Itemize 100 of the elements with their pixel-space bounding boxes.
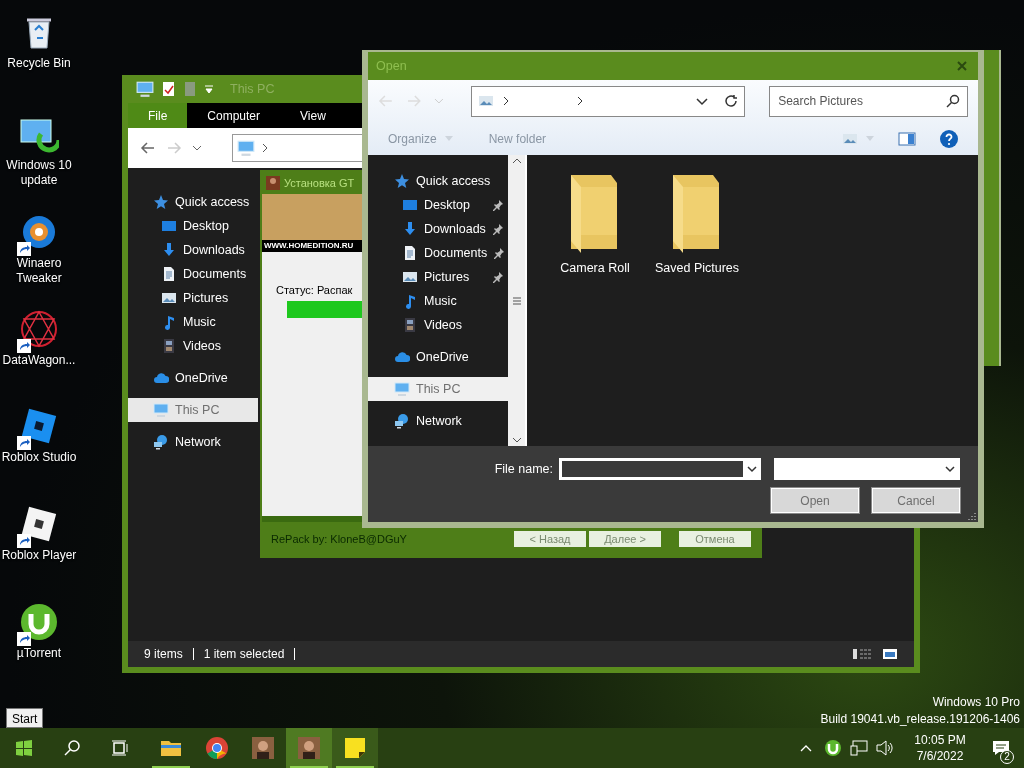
- taskbar-app-button[interactable]: [332, 728, 378, 768]
- network-icon: [153, 434, 169, 450]
- close-icon: [957, 61, 967, 71]
- forward-arrow-icon: [405, 93, 422, 109]
- picture-icon: [402, 269, 418, 285]
- nav-item[interactable]: Music: [368, 289, 508, 313]
- nav-item[interactable]: Desktop: [128, 214, 258, 238]
- details-view-icon: [852, 648, 872, 660]
- desktop-icon-label[interactable]: µTorrent: [16, 646, 62, 661]
- ribbon-tab[interactable]: Computer: [187, 103, 281, 128]
- caret-icon: [866, 135, 874, 142]
- nav-item[interactable]: This PC: [368, 377, 508, 401]
- chevron-down-icon: [696, 96, 709, 106]
- window-title: This PC: [230, 80, 275, 98]
- document-icon: [161, 266, 177, 282]
- search-icon: [64, 740, 80, 756]
- checklist-icon: [162, 81, 176, 97]
- status-text: Статус: Распак: [276, 283, 353, 298]
- chevron-right-icon: [576, 96, 585, 106]
- notification-button[interactable]: 2: [978, 728, 1024, 768]
- file-name-field[interactable]: [559, 458, 761, 480]
- status-text: 9 items: [144, 646, 183, 663]
- desktop-icon-label[interactable]: Roblox Player: [1, 548, 77, 563]
- chevron-down-icon: [944, 464, 956, 474]
- nav-item[interactable]: Downloads: [368, 217, 508, 241]
- nav-item[interactable]: Music: [128, 310, 258, 334]
- dialog-button[interactable]: Open: [771, 488, 859, 513]
- resize-grip-icon: [968, 512, 976, 520]
- star-icon: [394, 173, 410, 189]
- taskbar-app-button[interactable]: [286, 728, 332, 768]
- scroll-down-icon: [511, 436, 522, 444]
- folder-item[interactable]: Saved Pictures: [655, 171, 739, 278]
- nav-item[interactable]: Documents: [128, 262, 258, 286]
- banner-text: WWW.HOMEDITION.RU: [262, 240, 362, 252]
- network-icon: [850, 740, 868, 756]
- nav-item[interactable]: OneDrive: [128, 366, 258, 390]
- download-arrow-icon: [161, 242, 177, 258]
- nav-item[interactable]: This PC: [128, 398, 258, 422]
- app-icon: [266, 176, 280, 190]
- document-icon: [402, 245, 418, 261]
- windows-logo-icon: [16, 740, 32, 756]
- character-portrait-icon: [251, 736, 275, 760]
- nav-item[interactable]: Documents: [368, 241, 508, 265]
- task-view-icon: [111, 740, 129, 756]
- desktop-icon: [161, 218, 177, 234]
- nav-item[interactable]: Videos: [368, 313, 508, 337]
- chevron-down-icon: [746, 464, 758, 474]
- torrent-logo-icon: [824, 739, 842, 757]
- help-icon: [940, 129, 958, 148]
- film-icon: [161, 338, 177, 354]
- nav-item[interactable]: Pictures: [128, 286, 258, 310]
- status-text: 1 item selected: [203, 646, 285, 663]
- dialog-button[interactable]: Cancel: [872, 488, 960, 513]
- nav-item[interactable]: Downloads: [128, 238, 258, 262]
- scroll-up-icon: [511, 157, 522, 165]
- clock[interactable]: 10:05 PM 7/6/2022: [902, 732, 978, 764]
- system-info-text: Windows 10 Pro: [932, 694, 1020, 711]
- ribbon-tab[interactable]: View: [280, 103, 346, 128]
- notification-count: 2: [1000, 750, 1014, 764]
- folder-item[interactable]: Camera Roll: [553, 171, 637, 278]
- chrome-logo-icon: [205, 736, 229, 760]
- address-bar[interactable]: [471, 85, 746, 117]
- search-icon: [946, 93, 960, 108]
- nav-item[interactable]: Quick access: [128, 190, 258, 214]
- desktop-icon-label[interactable]: Windows 10 update: [0, 158, 78, 188]
- caret-icon: [444, 135, 453, 142]
- window-title: Установка GT: [284, 175, 355, 191]
- computer-icon: [136, 80, 154, 98]
- start-tooltip: Start: [6, 708, 44, 728]
- desktop-icon-label[interactable]: Roblox Studio: [1, 450, 77, 465]
- nav-item[interactable]: Network: [368, 409, 508, 433]
- torrent-logo-icon: [19, 602, 59, 642]
- picture-icon: [478, 93, 495, 109]
- nav-item[interactable]: Quick access: [368, 169, 508, 193]
- desktop-icon-label[interactable]: Winaero Tweaker: [0, 256, 78, 286]
- search-field[interactable]: Search Pictures: [769, 85, 968, 117]
- chevron-down-icon: [192, 143, 202, 153]
- nav-item[interactable]: OneDrive: [368, 345, 508, 369]
- computer-icon: [394, 381, 410, 397]
- system-info-text: Build 19041.vb_release.191206-1406: [820, 711, 1020, 728]
- chevron-right-icon: [502, 96, 511, 106]
- nav-item[interactable]: Desktop: [368, 193, 508, 217]
- chevron-right-icon: [261, 143, 269, 153]
- character-portrait-icon: [297, 736, 321, 760]
- cloud-icon: [394, 349, 410, 365]
- scrollbar[interactable]: [508, 155, 525, 446]
- cloud-icon: [153, 370, 169, 386]
- nav-item[interactable]: Pictures: [368, 265, 508, 289]
- back-arrow-icon: [140, 140, 156, 156]
- ribbon-tab[interactable]: File: [128, 103, 188, 128]
- computer-icon: [153, 402, 169, 418]
- film-icon: [402, 317, 418, 333]
- scroll-grip-icon: [511, 295, 522, 306]
- network-icon: [394, 413, 410, 429]
- nav-item[interactable]: Videos: [128, 334, 258, 358]
- computer-icon: [237, 139, 255, 157]
- desktop-icon-label[interactable]: Recycle Bin: [7, 56, 71, 71]
- desktop-icon-label[interactable]: DataWagon...: [2, 353, 76, 368]
- back-arrow-icon: [378, 93, 394, 109]
- nav-item[interactable]: Network: [128, 430, 258, 454]
